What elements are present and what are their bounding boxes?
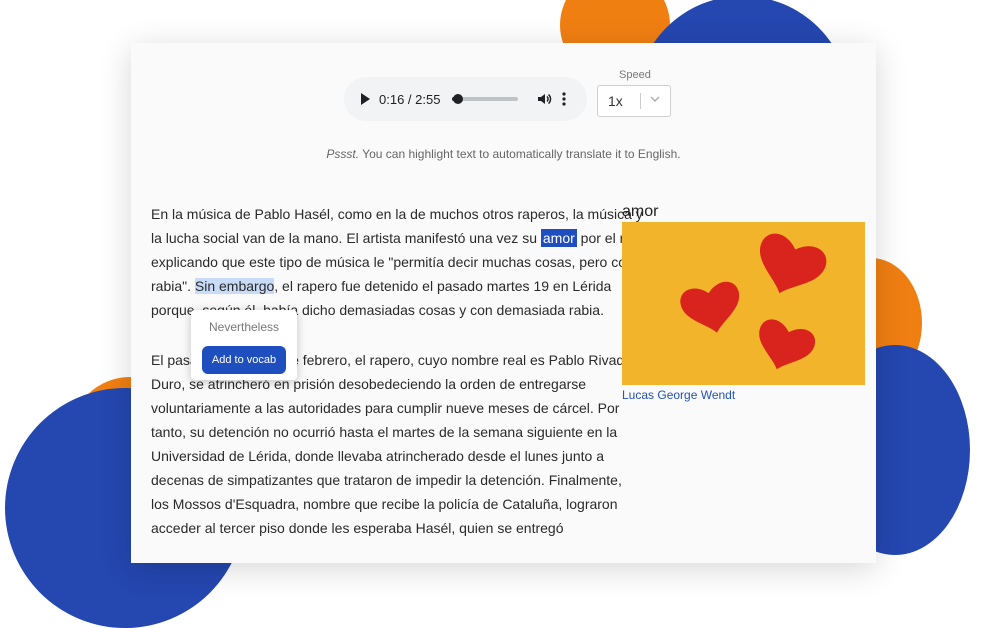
vocab-word-title: amor bbox=[622, 203, 659, 220]
more-vertical-icon[interactable] bbox=[562, 91, 567, 107]
heart-shape bbox=[747, 229, 831, 305]
text-line: explicando que este tipo de música le "p… bbox=[151, 254, 634, 270]
highlighted-word-amor[interactable]: amor bbox=[540, 229, 577, 247]
speed-value: 1x bbox=[608, 93, 623, 109]
text-line: Universidad de Lérida, donde llevaba atr… bbox=[151, 448, 604, 464]
heart-shape bbox=[677, 279, 747, 339]
hearts-illustration bbox=[677, 229, 831, 379]
translate-hint: Pssst. You can highlight text to automat… bbox=[131, 147, 876, 161]
article-text: En la música de Pablo Hasél, como en la … bbox=[151, 202, 646, 536]
text-line: la lucha social van de la mano. El artis… bbox=[151, 226, 644, 250]
paragraph-1: En la música de Pablo Hasél, como en la … bbox=[151, 202, 644, 322]
play-icon[interactable] bbox=[361, 93, 370, 105]
text-line: los Mossos d'Esquadra, nombre que recibe… bbox=[151, 496, 618, 512]
chevron-down-icon[interactable] bbox=[648, 92, 662, 106]
speed-separator bbox=[640, 93, 641, 109]
playback-time: 0:16 / 2:55 bbox=[379, 91, 441, 107]
audio-player[interactable]: 0:16 / 2:55 bbox=[344, 77, 587, 121]
hint-lead: Pssst. bbox=[326, 147, 360, 161]
text-line: decenas de simpatizantes que trataron de… bbox=[151, 472, 622, 488]
text-segment: la lucha social van de la mano. El artis… bbox=[151, 230, 541, 246]
text-line: tanto, su detención no ocurrió hasta el … bbox=[151, 424, 618, 440]
text-line: En la música de Pablo Hasél, como en la … bbox=[151, 206, 643, 222]
vocab-word-image bbox=[622, 222, 865, 385]
text-line: voluntariamente a las autoridades para c… bbox=[151, 400, 620, 416]
progress-thumb[interactable] bbox=[453, 94, 464, 104]
speed-select[interactable]: 1x bbox=[597, 85, 671, 117]
translation-text: Nevertheless bbox=[208, 320, 280, 334]
image-credit-link[interactable]: Lucas George Wendt bbox=[622, 388, 735, 402]
progress-bar[interactable] bbox=[452, 94, 519, 104]
text-line: rabia". Sin embargo, el rapero fue deten… bbox=[151, 274, 613, 298]
volume-icon[interactable] bbox=[536, 91, 552, 107]
text-line: acceder al tercer piso donde les esperab… bbox=[151, 520, 564, 536]
reader-card: 0:16 / 2:55 Speed 1x Pssst. You can high… bbox=[131, 43, 876, 563]
highlighted-phrase-sin-embargo[interactable]: Sin embargo bbox=[194, 278, 275, 294]
speed-label: Speed bbox=[619, 69, 651, 81]
heart-shape bbox=[749, 316, 819, 379]
text-segment: , el rapero fue detenido el pasado marte… bbox=[274, 278, 612, 294]
translation-popup: Nevertheless Add to vocab bbox=[191, 310, 297, 380]
add-to-vocab-button[interactable]: Add to vocab bbox=[202, 346, 286, 374]
text-segment: rabia". bbox=[151, 278, 195, 294]
hint-text: You can highlight text to automatically … bbox=[359, 147, 681, 161]
